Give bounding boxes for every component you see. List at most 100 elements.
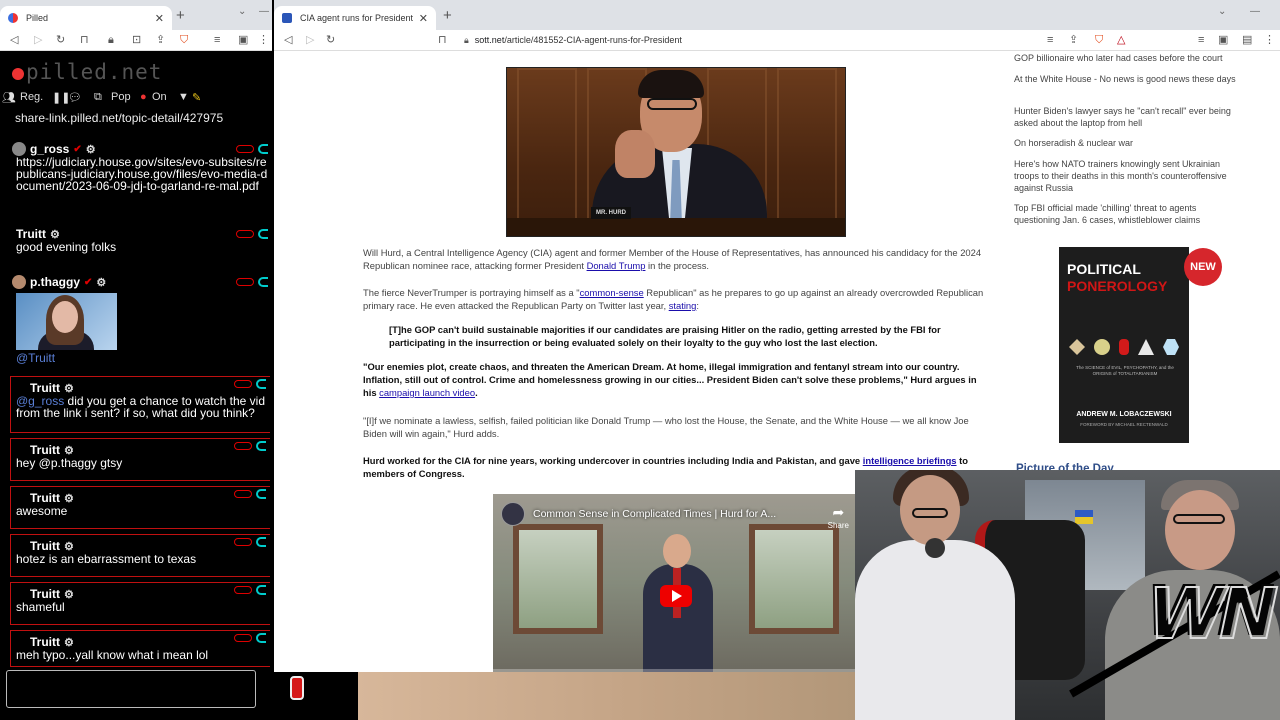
youtube-embed[interactable]: Common Sense in Complicated Times | Hurd…: [493, 494, 859, 672]
chat-username[interactable]: g_ross ✔ ⚙: [12, 142, 270, 156]
brave-rewards-icon[interactable]: △: [1117, 33, 1125, 47]
nav-on[interactable]: On: [152, 91, 167, 103]
chat-username[interactable]: Truitt ⚙: [16, 539, 270, 553]
chat-input[interactable]: [6, 670, 256, 708]
sidebar-link[interactable]: At the White House - No news is good new…: [1014, 73, 1239, 85]
reply-icon[interactable]: [256, 633, 266, 643]
minimize-icon[interactable]: —: [259, 6, 269, 17]
topic-link[interactable]: share-link.pilled.net/topic-detail/42797…: [15, 111, 223, 125]
sidebar-link[interactable]: Top FBI official made 'chilling' threat …: [1014, 202, 1239, 226]
close-tab-icon[interactable]: ✕: [419, 12, 428, 25]
minimize-icon[interactable]: —: [1250, 6, 1260, 17]
tab-search-chevron-icon[interactable]: ⌄: [1218, 6, 1226, 17]
pill-icon[interactable]: [236, 145, 254, 153]
menu-icon[interactable]: ⋮: [258, 33, 269, 47]
gear-icon[interactable]: ⚙: [64, 492, 74, 505]
filter-icon[interactable]: ▼: [178, 91, 189, 103]
gear-icon[interactable]: ⚙: [64, 636, 74, 649]
pill-icon[interactable]: [234, 586, 252, 594]
reply-icon[interactable]: [256, 441, 266, 451]
reload-icon[interactable]: ↻: [326, 33, 335, 47]
avatar[interactable]: [12, 142, 26, 156]
nav-reg[interactable]: Reg.: [20, 91, 43, 103]
tab-pilled[interactable]: Pilled ✕: [0, 6, 172, 30]
sidebar-icon[interactable]: ▣: [1218, 33, 1228, 47]
channel-avatar[interactable]: [501, 502, 525, 526]
avatar[interactable]: [12, 275, 26, 289]
pill-icon[interactable]: [236, 230, 254, 238]
sidebar-link[interactable]: On horseradish & nuclear war: [1014, 137, 1239, 149]
reload-icon[interactable]: ↻: [56, 33, 65, 47]
campaign-video-link[interactable]: campaign launch video: [379, 387, 475, 398]
new-tab-icon[interactable]: +: [443, 7, 452, 24]
back-icon[interactable]: ◁: [10, 33, 18, 47]
address-bar[interactable]: 🔒︎ sott.net/article/481552-CIA-agent-runs…: [464, 30, 682, 51]
back-icon[interactable]: ◁: [284, 33, 292, 47]
reply-icon[interactable]: [258, 277, 268, 287]
pill-icon[interactable]: [236, 278, 254, 286]
bookmark-icon[interactable]: ⊓: [80, 33, 89, 47]
chat-username[interactable]: p.thaggy ✔ ⚙: [12, 275, 270, 289]
sidebar-link[interactable]: Hunter Biden's lawyer says he "can't rec…: [1014, 105, 1239, 129]
book-advert[interactable]: POLITICAL PONEROLOGY The SCIENCE of EVIL…: [1059, 247, 1189, 443]
reader-mode-icon[interactable]: ≡: [1047, 33, 1053, 47]
share-button[interactable]: ➦ Share: [828, 504, 849, 530]
shared-image-thumbnail[interactable]: [16, 293, 117, 350]
popout-icon[interactable]: ⧉: [94, 91, 102, 104]
common-sense-link[interactable]: common-sense: [580, 287, 644, 298]
playlist-icon[interactable]: ≡: [1198, 33, 1204, 47]
chat-bubble-icon[interactable]: 💬︎: [68, 91, 82, 104]
brave-shield-icon[interactable]: ⛉: [1095, 33, 1103, 47]
video-title[interactable]: Common Sense in Complicated Times | Hurd…: [533, 508, 776, 520]
menu-icon[interactable]: ⋮: [1264, 33, 1275, 47]
chat-username[interactable]: Truitt ⚙: [16, 635, 270, 649]
mention-text[interactable]: hey @p.thaggy: [16, 456, 97, 470]
gear-icon[interactable]: ⚙: [96, 276, 106, 289]
close-tab-icon[interactable]: ✕: [155, 12, 164, 25]
gear-icon[interactable]: ⚙: [86, 143, 96, 156]
sidebar-link[interactable]: GOP billionaire who later had cases befo…: [1014, 52, 1239, 64]
chat-username[interactable]: Truitt ⚙: [16, 491, 270, 505]
forward-icon[interactable]: ▷: [306, 33, 314, 47]
reply-icon[interactable]: [258, 229, 268, 239]
reply-icon[interactable]: [258, 144, 268, 154]
pill-icon[interactable]: [234, 490, 252, 498]
gear-icon[interactable]: ⚙: [50, 228, 60, 241]
pill-icon[interactable]: [234, 538, 252, 546]
tab-article[interactable]: CIA agent runs for President -- P... ✕: [274, 6, 436, 30]
gear-icon[interactable]: ⚙: [64, 540, 74, 553]
brave-shield-icon[interactable]: ⛉: [180, 33, 188, 47]
chat-username[interactable]: Truitt ⚙: [16, 381, 270, 395]
bookmark-icon[interactable]: ⊓: [438, 33, 447, 47]
mention-text[interactable]: @Truitt: [12, 352, 270, 364]
pill-icon[interactable]: [234, 634, 252, 642]
sidebar-icon[interactable]: ▣: [238, 33, 248, 47]
share-icon[interactable]: ⇪: [156, 33, 165, 47]
tab-search-chevron-icon[interactable]: ⌄: [238, 6, 246, 17]
chat-username[interactable]: Truitt ⚙: [12, 227, 270, 241]
gear-icon[interactable]: ⚙: [64, 382, 74, 395]
intelligence-briefings-link[interactable]: intelligence briefings: [863, 455, 957, 466]
forward-icon[interactable]: ▷: [34, 33, 42, 47]
reader-icon[interactable]: ≡: [214, 33, 220, 47]
pencil-icon[interactable]: ✎: [192, 91, 201, 104]
pill-toggle-icon[interactable]: ●: [140, 91, 147, 103]
reply-icon[interactable]: [256, 489, 266, 499]
pill-icon[interactable]: [234, 442, 252, 450]
play-button-icon[interactable]: [660, 585, 692, 607]
gear-icon[interactable]: ⚙: [64, 588, 74, 601]
sidebar-link[interactable]: Here's how NATO trainers knowingly sent …: [1014, 158, 1239, 194]
reply-icon[interactable]: [256, 537, 266, 547]
pill-icon[interactable]: [234, 380, 252, 388]
donald-trump-link[interactable]: Donald Trump: [587, 260, 646, 271]
share-icon[interactable]: ⇪: [1069, 33, 1078, 47]
wallet-icon[interactable]: ▤: [1242, 33, 1252, 47]
nav-pop[interactable]: Pop: [111, 91, 131, 103]
reply-icon[interactable]: [256, 379, 266, 389]
users-icon[interactable]: 👥︎: [2, 91, 16, 104]
cast-icon[interactable]: ⊡: [132, 33, 141, 47]
reply-icon[interactable]: [256, 585, 266, 595]
chat-username[interactable]: Truitt ⚙: [16, 587, 270, 601]
stating-link[interactable]: stating: [669, 300, 697, 311]
new-tab-icon[interactable]: +: [176, 7, 185, 24]
